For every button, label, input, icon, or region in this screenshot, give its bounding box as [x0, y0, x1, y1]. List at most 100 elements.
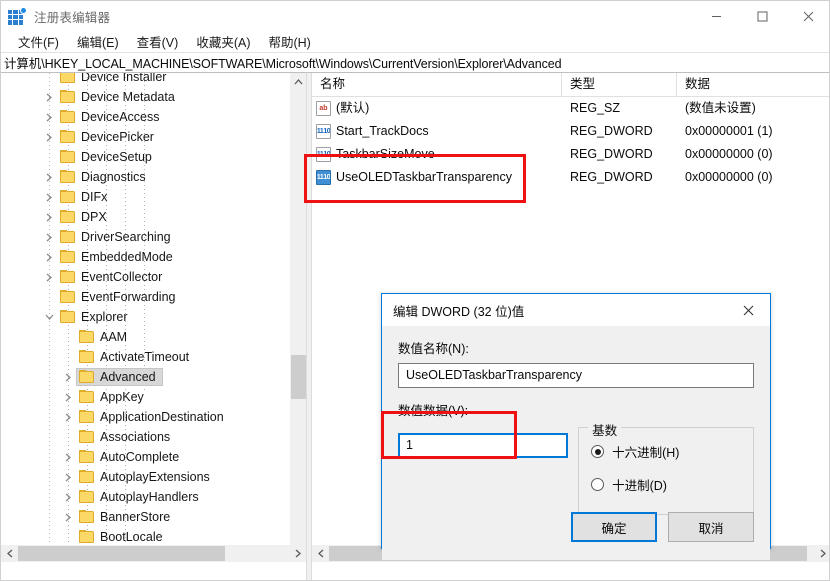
registry-value-row[interactable]: 011100 TaskbarSizeMove REG_DWORD 0x00000000… — [312, 143, 829, 166]
tree-item[interactable]: AppKey — [1, 387, 284, 407]
tree-item[interactable]: EventForwarding — [1, 287, 284, 307]
tree-item[interactable]: ApplicationDestination — [1, 407, 284, 427]
close-button[interactable] — [785, 1, 829, 31]
list-scroll-right-icon[interactable] — [814, 545, 829, 562]
folder-icon — [60, 290, 76, 304]
chevron-right-icon[interactable] — [60, 387, 76, 407]
chevron-right-icon[interactable] — [41, 127, 57, 147]
column-header-type[interactable]: 类型 — [562, 73, 677, 96]
column-header-data[interactable]: 数据 — [677, 73, 829, 96]
tree-item[interactable]: BannerStore — [1, 507, 284, 527]
chevron-right-icon[interactable] — [60, 507, 76, 527]
tree-horizontal-scrollbar[interactable] — [1, 545, 306, 562]
tree-item[interactable]: EmbeddedMode — [1, 247, 284, 267]
folder-icon — [60, 150, 76, 164]
tree-item[interactable]: AutoComplete — [1, 447, 284, 467]
chevron-right-icon[interactable] — [41, 107, 57, 127]
tree-item[interactable]: DPX — [1, 207, 284, 227]
chevron-right-icon[interactable] — [41, 247, 57, 267]
tree-item-label: DeviceSetup — [81, 150, 152, 164]
radio-hexadecimal[interactable]: 十六进制(H) — [591, 442, 741, 461]
tree-item-content: Device Installer — [57, 73, 173, 86]
chevron-right-icon[interactable] — [60, 467, 76, 487]
ok-button[interactable]: 确定 — [571, 512, 657, 542]
registry-tree[interactable]: Device Installer Device Metadata DeviceAcc… — [1, 73, 284, 562]
chevron-right-icon[interactable] — [60, 367, 76, 387]
chevron-down-icon[interactable] — [41, 307, 57, 327]
menu-favorites[interactable]: 收藏夹(A) — [187, 30, 259, 54]
registry-values-list[interactable]: ab (默认) REG_SZ (数值未设置) 011100 Start_TrackDocs… — [312, 97, 829, 189]
tree-item[interactable]: DriverSearching — [1, 227, 284, 247]
menu-view[interactable]: 查看(V) — [128, 30, 188, 54]
scroll-up-icon[interactable] — [290, 73, 306, 90]
folder-icon — [60, 210, 76, 224]
tree-scroll-left-icon[interactable] — [1, 545, 18, 562]
tree-item-label: AppKey — [100, 390, 144, 404]
chevron-right-icon[interactable] — [41, 267, 57, 287]
tree-item[interactable]: AutoplayHandlers — [1, 487, 284, 507]
tree-scroll-thumb[interactable] — [291, 355, 306, 399]
tree-item[interactable]: DeviceAccess — [1, 107, 284, 127]
tree-item-label: DriverSearching — [81, 230, 171, 244]
tree-item[interactable]: Device Installer — [1, 73, 284, 87]
tree-item-content: AAM — [76, 328, 134, 346]
folder-icon — [79, 330, 95, 344]
tree-item-label: EventCollector — [81, 270, 163, 284]
menu-help[interactable]: 帮助(H) — [259, 30, 319, 54]
tree-item-content: DeviceSetup — [57, 148, 159, 166]
radio-hexadecimal-label: 十六进制(H) — [612, 446, 680, 460]
string-value-icon: ab — [316, 101, 331, 116]
value-name-input[interactable]: UseOLEDTaskbarTransparency — [398, 363, 754, 388]
tree-item[interactable]: AAM — [1, 327, 284, 347]
chevron-right-icon[interactable] — [41, 187, 57, 207]
registry-value-row[interactable]: 011100 Start_TrackDocs REG_DWORD 0x00000001… — [312, 120, 829, 143]
tree-item-content: EventCollector — [57, 268, 169, 286]
registry-tree-pane: Device Installer Device Metadata DeviceAcc… — [1, 73, 306, 562]
folder-icon — [79, 430, 95, 444]
tree-item[interactable]: Diagnostics — [1, 167, 284, 187]
chevron-right-icon[interactable] — [41, 87, 57, 107]
tree-item[interactable]: Associations — [1, 427, 284, 447]
cancel-button[interactable]: 取消 — [668, 512, 754, 542]
radio-decimal[interactable]: 十进制(D) — [591, 475, 741, 494]
tree-hscroll-thumb[interactable] — [18, 546, 225, 561]
dialog-close-button[interactable] — [726, 295, 770, 326]
tree-item[interactable]: Advanced — [1, 367, 284, 387]
tree-item[interactable]: DevicePicker — [1, 127, 284, 147]
chevron-right-icon[interactable] — [41, 227, 57, 247]
registry-value-row[interactable]: ab (默认) REG_SZ (数值未设置) — [312, 97, 829, 120]
value-name-cell: 011100 UseOLEDTaskbarTransparency — [312, 166, 562, 189]
tree-item[interactable]: DIFx — [1, 187, 284, 207]
address-bar[interactable]: 计算机\HKEY_LOCAL_MACHINE\SOFTWARE\Microsof… — [1, 52, 829, 73]
column-header-name[interactable]: 名称 — [312, 73, 562, 96]
tree-item[interactable]: BootLocale — [1, 527, 284, 547]
chevron-right-icon[interactable] — [60, 487, 76, 507]
chevron-right-icon[interactable] — [41, 167, 57, 187]
list-scroll-left-icon[interactable] — [312, 545, 329, 562]
tree-item[interactable]: AutoplayExtensions — [1, 467, 284, 487]
tree-item[interactable]: DeviceSetup — [1, 147, 284, 167]
tree-item-content: Device Metadata — [57, 88, 182, 106]
registry-value-row[interactable]: 011100 UseOLEDTaskbarTransparency REG_DWOR… — [312, 166, 829, 189]
tree-item-label: DIFx — [81, 190, 108, 204]
tree-item[interactable]: Device Metadata — [1, 87, 284, 107]
chevron-right-icon[interactable] — [41, 207, 57, 227]
tree-item[interactable]: EventCollector — [1, 267, 284, 287]
maximize-button[interactable] — [739, 1, 785, 31]
tree-vertical-scrollbar[interactable] — [289, 73, 306, 562]
tree-item-content: Explorer — [57, 308, 135, 326]
tree-item[interactable]: ActivateTimeout — [1, 347, 284, 367]
chevron-right-icon[interactable] — [60, 447, 76, 467]
menu-edit[interactable]: 编辑(E) — [68, 30, 128, 54]
tree-scroll-right-icon[interactable] — [289, 545, 306, 562]
tree-item[interactable]: Explorer — [1, 307, 284, 327]
menu-file[interactable]: 文件(F) — [9, 30, 68, 54]
value-data-column: 1 — [398, 427, 569, 515]
value-data-input[interactable]: 1 — [398, 433, 569, 458]
chevron-right-icon[interactable] — [60, 407, 76, 427]
minimize-button[interactable] — [693, 1, 739, 31]
folder-icon — [79, 450, 95, 464]
